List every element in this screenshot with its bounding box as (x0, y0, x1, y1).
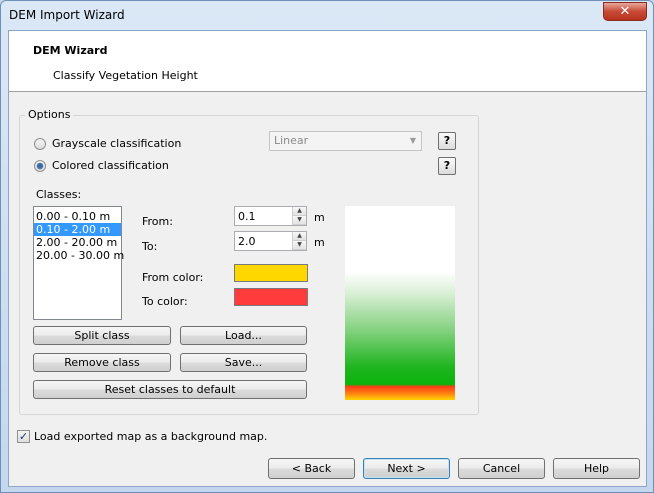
dem-import-wizard-window: DEM Import Wizard ✕ DEM Wizard Classify … (0, 0, 654, 493)
background-map-label[interactable]: Load exported map as a background map. (34, 430, 267, 443)
list-item[interactable]: 2.00 - 20.00 m (34, 236, 121, 249)
spin-down-icon[interactable]: ▼ (293, 241, 306, 250)
wizard-step-subtitle: Classify Vegetation Height (53, 69, 198, 82)
next-button[interactable]: Next > (363, 458, 450, 479)
spin-up-icon[interactable]: ▲ (293, 232, 306, 241)
to-color-swatch[interactable] (234, 288, 308, 306)
load-button[interactable]: Load... (180, 326, 307, 345)
help-button[interactable]: Help (553, 458, 640, 479)
from-label: From: (142, 215, 173, 228)
classes-label: Classes: (36, 188, 82, 201)
wizard-header: DEM Wizard Classify Vegetation Height (9, 31, 646, 92)
chevron-down-icon: ▼ (409, 136, 416, 145)
from-unit-label: m (314, 211, 325, 224)
window-title: DEM Import Wizard (9, 8, 125, 22)
cancel-button[interactable]: Cancel (458, 458, 545, 479)
from-value: 0.1 (238, 210, 256, 223)
grayscale-help-button[interactable]: ? (438, 132, 456, 150)
to-label: To: (142, 240, 158, 253)
back-button[interactable]: < Back (268, 458, 355, 479)
scale-select[interactable]: Linear ▼ (269, 131, 422, 151)
question-mark-icon: ? (443, 159, 451, 172)
from-color-label: From color: (142, 271, 204, 284)
classes-listbox[interactable]: 0.00 - 0.10 m 0.10 - 2.00 m 2.00 - 20.00… (33, 206, 124, 320)
wizard-client-area: DEM Wizard Classify Vegetation Height Op… (8, 30, 647, 487)
to-color-label: To color: (142, 295, 188, 308)
colored-classification-radio[interactable] (34, 160, 46, 172)
scale-select-value: Linear (274, 134, 309, 147)
reset-classes-button[interactable]: Reset classes to default (33, 380, 307, 399)
spin-up-icon[interactable]: ▲ (293, 207, 306, 216)
color-gradient-preview (345, 206, 455, 400)
from-spin-buttons[interactable]: ▲ ▼ (292, 207, 306, 225)
list-item[interactable]: 0.00 - 0.10 m (34, 210, 121, 223)
to-spin-buttons[interactable]: ▲ ▼ (292, 232, 306, 250)
list-item[interactable]: 0.10 - 2.00 m (34, 223, 121, 236)
split-class-button[interactable]: Split class (33, 326, 171, 345)
question-mark-icon: ? (443, 134, 451, 147)
check-icon: ✓ (18, 430, 29, 443)
title-bar[interactable]: DEM Import Wizard ✕ (1, 1, 653, 31)
close-icon: ✕ (619, 4, 631, 19)
options-legend: Options (25, 108, 74, 121)
grayscale-classification-radio[interactable] (34, 138, 46, 150)
close-button[interactable]: ✕ (603, 2, 647, 21)
from-color-swatch[interactable] (234, 264, 308, 282)
to-unit-label: m (314, 236, 325, 249)
from-value-stepper[interactable]: 0.1 ▲ ▼ (234, 206, 307, 226)
list-item[interactable]: 20.00 - 30.00 m (34, 249, 124, 262)
save-button[interactable]: Save... (180, 353, 307, 372)
grayscale-classification-label[interactable]: Grayscale classification (52, 137, 181, 150)
remove-class-button[interactable]: Remove class (33, 353, 171, 372)
background-map-checkbox[interactable]: ✓ (17, 430, 30, 443)
colored-classification-label[interactable]: Colored classification (52, 159, 169, 172)
wizard-title: DEM Wizard (33, 44, 108, 57)
to-value-stepper[interactable]: 2.0 ▲ ▼ (234, 231, 307, 251)
colored-help-button[interactable]: ? (438, 157, 456, 175)
to-value: 2.0 (238, 235, 256, 248)
spin-down-icon[interactable]: ▼ (293, 216, 306, 225)
